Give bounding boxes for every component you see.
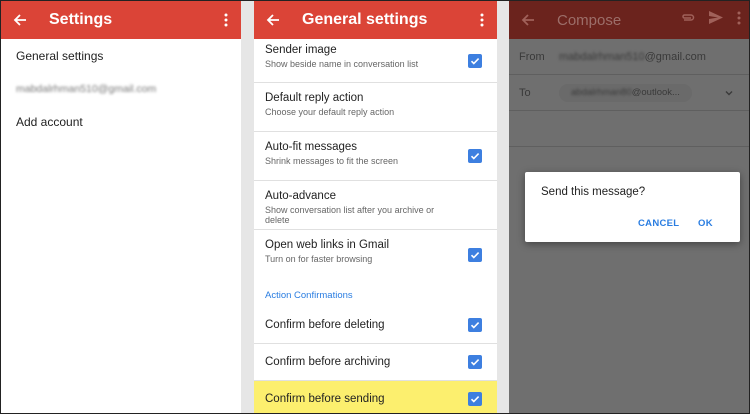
more-vert-icon[interactable] xyxy=(737,11,741,30)
compose-title: Compose xyxy=(557,11,622,29)
compose-screen: Compose From mabdalrhman510@gmail.com To… xyxy=(509,1,749,413)
from-user: mabdalrhman510 xyxy=(559,50,645,63)
checkbox-icon[interactable] xyxy=(468,247,482,262)
back-arrow-icon[interactable] xyxy=(3,1,37,39)
from-domain: @gmail.com xyxy=(644,50,706,63)
send-icon[interactable] xyxy=(709,11,723,29)
setting-confirm-sending[interactable]: Confirm before sending xyxy=(254,381,497,413)
general-settings-screen: General settings Sender image Show besid… xyxy=(254,1,497,413)
checkbox-icon[interactable] xyxy=(468,355,482,369)
setting-title: Auto-advance xyxy=(265,190,336,202)
chevron-down-icon[interactable] xyxy=(724,88,734,101)
setting-subtitle: Choose your default reply action xyxy=(265,107,395,117)
from-label: From xyxy=(519,50,545,63)
settings-app-bar: Settings xyxy=(1,1,241,39)
general-settings-title: General settings xyxy=(302,11,428,28)
compose-app-bar: Compose xyxy=(509,1,749,39)
setting-title: Confirm before archiving xyxy=(265,356,391,368)
general-settings-app-bar: General settings xyxy=(254,1,497,39)
ok-button[interactable]: OK xyxy=(698,218,713,229)
setting-subtitle: Turn on for faster browsing xyxy=(265,254,373,264)
setting-title: Confirm before sending xyxy=(265,393,385,405)
cancel-button[interactable]: CANCEL xyxy=(638,218,679,229)
settings-item-add-account[interactable]: Add account xyxy=(1,105,241,138)
subject-field[interactable] xyxy=(509,111,749,147)
settings-item-account[interactable]: mabdalrhman510@gmail.com xyxy=(1,72,241,105)
back-arrow-icon[interactable] xyxy=(256,1,290,39)
setting-subtitle: Show beside name in conversation list xyxy=(265,59,419,69)
recipient-chip[interactable]: abdalrhman80 @outlook... xyxy=(559,83,692,102)
section-header-action-confirmations: Action Confirmations xyxy=(265,290,353,301)
setting-default-reply[interactable]: Default reply action Choose your default… xyxy=(254,83,497,132)
setting-title: Sender image xyxy=(265,44,337,56)
setting-subtitle: Show conversation list after you archive… xyxy=(265,205,435,225)
setting-subtitle: Shrink messages to fit the screen xyxy=(265,156,399,166)
dialog-message: Send this message? xyxy=(541,186,646,198)
send-confirm-dialog: Send this message? CANCEL OK xyxy=(525,172,740,242)
setting-confirm-archiving[interactable]: Confirm before archiving xyxy=(254,344,497,381)
setting-title: Open web links in Gmail xyxy=(265,239,389,251)
settings-screen: Settings General settings mabdalrhman510… xyxy=(1,1,241,413)
setting-title: Confirm before deleting xyxy=(265,319,385,331)
panel-divider xyxy=(497,1,509,413)
attach-icon[interactable] xyxy=(681,11,695,29)
back-arrow-icon[interactable] xyxy=(511,1,545,39)
setting-title: Auto-fit messages xyxy=(265,141,358,153)
compose-actions xyxy=(681,1,741,39)
setting-title: Default reply action xyxy=(265,92,364,104)
checkbox-icon[interactable] xyxy=(468,318,482,332)
settings-title: Settings xyxy=(49,11,113,28)
checkbox-icon[interactable] xyxy=(468,392,482,406)
setting-open-web-links[interactable]: Open web links in Gmail Turn on for fast… xyxy=(254,230,497,279)
to-user: abdalrhman80 xyxy=(571,87,632,98)
settings-item-general[interactable]: General settings xyxy=(1,39,241,72)
checkbox-icon[interactable] xyxy=(468,53,482,68)
to-label: To xyxy=(519,86,531,99)
to-domain: @outlook... xyxy=(631,87,680,98)
setting-auto-fit[interactable]: Auto-fit messages Shrink messages to fit… xyxy=(254,132,497,181)
from-value: mabdalrhman510@gmail.com xyxy=(559,51,706,63)
panel-divider xyxy=(241,1,254,413)
setting-confirm-deleting[interactable]: Confirm before deleting xyxy=(254,307,497,344)
more-vert-icon[interactable] xyxy=(219,1,233,39)
checkbox-icon[interactable] xyxy=(468,149,482,163)
setting-auto-advance[interactable]: Auto-advance Show conversation list afte… xyxy=(254,181,497,230)
setting-sender-image[interactable]: Sender image Show beside name in convers… xyxy=(254,39,497,83)
from-field[interactable]: From mabdalrhman510@gmail.com xyxy=(509,39,749,75)
more-vert-icon[interactable] xyxy=(475,1,489,39)
to-field[interactable]: To abdalrhman80 @outlook... xyxy=(509,75,749,111)
